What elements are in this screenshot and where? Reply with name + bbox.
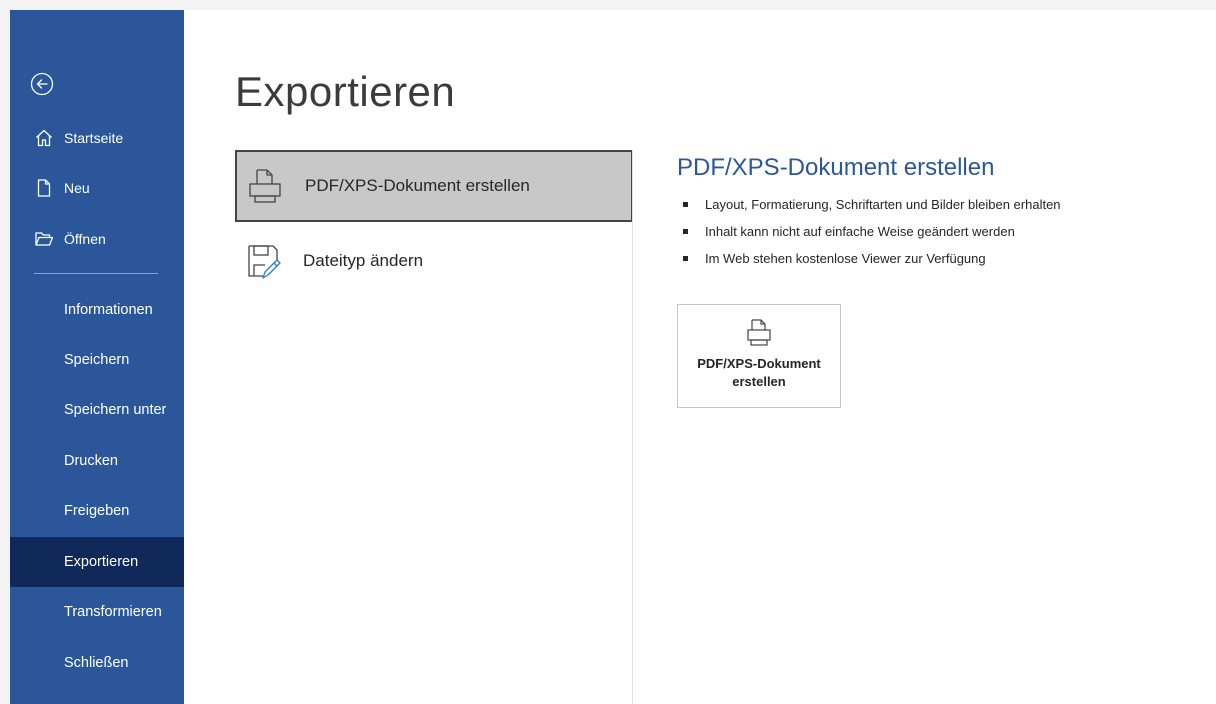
detail-bullet-list: Layout, Formatierung, Schriftarten und B… [677,191,1061,272]
button-label-line1: PDF/XPS-Dokument [697,356,821,371]
list-item: Layout, Formatierung, Schriftarten und B… [677,191,1061,218]
sidebar-item-oeffnen[interactable]: Öffnen [10,217,184,261]
sidebar-item-label: Speichern [64,352,130,368]
bullet-text: Im Web stehen kostenlose Viewer zur Verf… [705,251,986,266]
back-button[interactable] [30,72,54,96]
bullet-square-icon [683,229,688,234]
home-icon [34,128,54,148]
bullet-text: Layout, Formatierung, Schriftarten und B… [705,197,1061,212]
new-document-icon [34,178,54,198]
sidebar-item-speichern-unter[interactable]: Speichern unter [10,385,184,435]
sidebar-item-label: Informationen [64,302,153,318]
bullet-square-icon [683,202,688,207]
sidebar-item-label: Startseite [64,130,124,146]
sidebar-item-exportieren[interactable]: Exportieren [10,537,184,587]
back-arrow-icon [30,72,54,96]
sidebar-item-label: Schließen [64,655,129,671]
sidebar-item-neu[interactable]: Neu [10,166,184,210]
option-change-file-type[interactable]: Dateityp ändern [235,225,633,297]
sidebar-item-speichern[interactable]: Speichern [10,335,184,385]
option-label: PDF/XPS-Dokument erstellen [305,176,530,195]
sidebar-item-freigeben[interactable]: Freigeben [10,486,184,536]
sidebar-divider [34,273,158,274]
folder-open-icon [34,229,54,249]
pdf-xps-document-icon [745,317,773,351]
button-label-line2: erstellen [732,374,786,389]
backstage-view: Startseite Neu Öffnen Informationen Spei… [10,10,1216,704]
create-pdf-xps-button-label: PDF/XPS-Dokument erstellen [684,355,834,391]
sidebar-item-drucken[interactable]: Drucken [10,436,184,486]
page-title: Exportieren [235,68,456,115]
sidebar-item-informationen[interactable]: Informationen [10,285,184,335]
sidebar-item-schliessen[interactable]: Schließen [10,638,184,688]
window-top-strip [0,0,1216,10]
create-pdf-xps-button[interactable]: PDF/XPS-Dokument erstellen [677,304,841,408]
panel-separator [632,150,633,704]
change-file-type-icon [241,239,285,283]
sidebar-item-label: Exportieren [64,554,139,570]
sidebar-item-label: Freigeben [64,503,130,519]
bullet-square-icon [683,256,688,261]
sidebar-item-label: Speichern unter [64,402,167,418]
sidebar-item-label: Drucken [64,453,118,469]
detail-title: PDF/XPS-Dokument erstellen [677,154,995,181]
list-item: Im Web stehen kostenlose Viewer zur Verf… [677,245,1061,272]
pdf-xps-document-icon [243,164,287,208]
sidebar-item-label: Öffnen [64,231,106,247]
sidebar-item-label: Neu [64,180,90,196]
sidebar-item-transformieren[interactable]: Transformieren [10,587,184,637]
sidebar-item-startseite[interactable]: Startseite [10,116,184,160]
list-item: Inhalt kann nicht auf einfache Weise geä… [677,218,1061,245]
backstage-sidebar: Startseite Neu Öffnen Informationen Spei… [10,10,184,704]
option-create-pdf-xps[interactable]: PDF/XPS-Dokument erstellen [235,150,633,222]
bullet-text: Inhalt kann nicht auf einfache Weise geä… [705,224,1015,239]
option-label: Dateityp ändern [303,251,424,270]
sidebar-item-label: Transformieren [64,604,162,620]
